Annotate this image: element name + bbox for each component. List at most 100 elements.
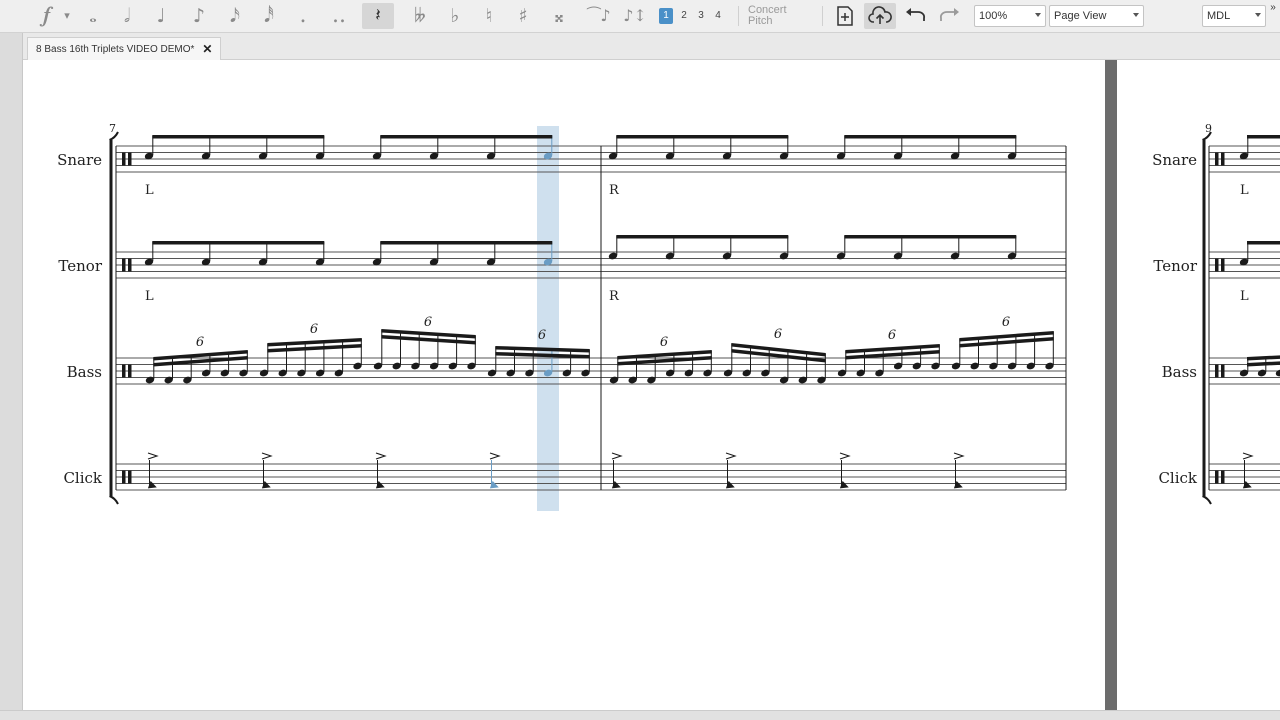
voice-4-button[interactable]: 4: [711, 8, 725, 24]
note-beam: [844, 135, 1017, 139]
voice-3-button[interactable]: 3: [694, 8, 708, 24]
half-note-icon[interactable]: 𝅗𝅥: [114, 3, 140, 29]
toolbar-separator: [738, 6, 739, 26]
chevron-down-icon: [1255, 13, 1261, 17]
sticking-label: R: [609, 183, 620, 198]
voice-2-button[interactable]: 2: [677, 8, 691, 24]
natural-icon[interactable]: ♮: [476, 3, 502, 29]
sticking-label: L: [1240, 289, 1249, 304]
workspace-select[interactable]: MDL: [1202, 5, 1266, 27]
upload-cloud-icon[interactable]: [864, 3, 896, 29]
selection-highlight: [537, 126, 559, 511]
percussion-clef-icon: [1221, 470, 1225, 484]
staff-name-click: Click: [1158, 469, 1197, 487]
note-beam: [152, 135, 325, 139]
tuplet-number: 6: [1002, 315, 1010, 330]
tuplet-number: 6: [424, 315, 432, 330]
toolbar-overflow-icon[interactable]: »: [1267, 1, 1279, 15]
double-sharp-icon[interactable]: 𝄪: [546, 3, 572, 29]
score-canvas-page-1[interactable]: 7 Snare Tenor Bass Click L R L R 6 6 6 6…: [23, 60, 1105, 710]
note-beam: [844, 235, 1017, 239]
system-bracket: [1202, 495, 1212, 505]
percussion-clef-icon: [1221, 258, 1225, 272]
toolbar: 𝆑 ▾ 𝅝 𝅗𝅥 ♩ ♪ 𝅘𝅥𝅯 𝅘𝅥𝅰 . .. 𝄽 𝄫 ♭ ♮ ♯ 𝄪 ⁀♪…: [0, 0, 1280, 33]
double-flat-icon[interactable]: 𝄫: [404, 3, 436, 29]
percussion-clef-icon: [128, 152, 132, 166]
sticking-label: R: [609, 289, 620, 304]
note-beam: [616, 135, 789, 139]
flat-icon[interactable]: ♭: [442, 3, 468, 29]
double-dot-icon[interactable]: ..: [326, 3, 352, 29]
chevron-down-icon: [1133, 13, 1139, 17]
accent-icon: [489, 452, 501, 460]
new-score-icon[interactable]: [832, 3, 858, 29]
note-beam: [152, 241, 325, 245]
voice-1-button[interactable]: 1: [659, 8, 673, 24]
note-beam: [1247, 241, 1280, 245]
tuplet-number: 6: [196, 335, 204, 350]
percussion-clef-icon: [122, 364, 126, 378]
view-mode-value: Page View: [1054, 10, 1107, 22]
accent-icon: [1242, 452, 1254, 460]
tuplet-number: 6: [774, 327, 782, 342]
score-canvas-page-2[interactable]: 9 Snare Tenor Bass Click L L: [1117, 60, 1280, 710]
staff-name-bass: Bass: [1162, 363, 1197, 381]
sticking-label: L: [1240, 183, 1249, 198]
augmentation-dot-icon[interactable]: .: [290, 3, 316, 29]
sixteenth-note-icon[interactable]: 𝅘𝅥𝅯: [222, 3, 248, 29]
view-mode-select[interactable]: Page View: [1049, 5, 1144, 27]
tie-icon[interactable]: ⁀♪: [584, 3, 614, 29]
close-icon[interactable]: ✕: [202, 42, 212, 56]
status-bar: [0, 710, 1280, 720]
accent-icon: [725, 452, 737, 460]
staff-name-snare: Snare: [57, 151, 102, 169]
page-gap: [1105, 60, 1117, 710]
score-tab[interactable]: 8 Bass 16th Triplets VIDEO DEMO* ✕: [27, 37, 222, 60]
notehead: [1275, 369, 1280, 377]
quarter-note-icon[interactable]: ♩: [148, 3, 174, 29]
accent-icon: [375, 452, 387, 460]
concert-pitch-toggle[interactable]: Concert Pitch: [748, 3, 814, 29]
measure-number: 7: [109, 122, 116, 135]
note-beam: [1247, 135, 1280, 139]
percussion-clef-icon: [1221, 364, 1225, 378]
workspace-value: MDL: [1207, 10, 1231, 22]
chevron-down-icon: [1035, 13, 1041, 17]
eighth-note-icon[interactable]: ♪: [186, 3, 212, 29]
note-beam: [380, 241, 553, 245]
percussion-clef-icon: [128, 364, 132, 378]
percussion-clef-icon: [122, 152, 126, 166]
tuplet-number: 6: [660, 335, 668, 350]
score-page-2[interactable]: 9 Snare Tenor Bass Click L L: [1117, 60, 1280, 710]
percussion-clef-icon: [1221, 152, 1225, 166]
tuplet-number: 6: [888, 328, 896, 343]
staff-name-bass: Bass: [67, 363, 102, 381]
percussion-clef-icon: [1215, 152, 1219, 166]
undo-icon[interactable]: [902, 3, 928, 29]
accent-icon: [611, 452, 623, 460]
staff-name-tenor: Tenor: [58, 257, 102, 275]
accent-icon: [839, 452, 851, 460]
rest-toggle-icon[interactable]: 𝄽: [362, 3, 394, 29]
sticking-label: L: [145, 183, 154, 198]
percussion-clef-icon: [122, 470, 126, 484]
left-panel-edge: [0, 33, 23, 720]
whole-note-icon[interactable]: 𝅝: [80, 3, 106, 29]
flip-direction-icon[interactable]: ♪↕: [620, 3, 650, 29]
tab-bar: 8 Bass 16th Triplets VIDEO DEMO* ✕: [23, 33, 1280, 60]
sharp-icon[interactable]: ♯: [510, 3, 536, 29]
staff-name-tenor: Tenor: [1153, 257, 1197, 275]
accent-icon: [953, 452, 965, 460]
score-page-1[interactable]: 7 Snare Tenor Bass Click L R L R 6 6 6 6…: [23, 60, 1105, 710]
zoom-select[interactable]: 100%: [974, 5, 1046, 27]
accent-icon: [147, 452, 159, 460]
note-input-icon[interactable]: 𝆑: [34, 3, 60, 29]
note-input-dropdown-icon[interactable]: ▾: [60, 3, 74, 29]
redo-icon[interactable]: [937, 3, 963, 29]
percussion-clef-icon: [128, 258, 132, 272]
percussion-clef-icon: [1215, 258, 1219, 272]
percussion-clef-icon: [128, 470, 132, 484]
tuplet-number: 6: [538, 328, 546, 343]
thirty-second-note-icon[interactable]: 𝅘𝅥𝅰: [256, 3, 282, 29]
percussion-clef-icon: [1215, 470, 1219, 484]
